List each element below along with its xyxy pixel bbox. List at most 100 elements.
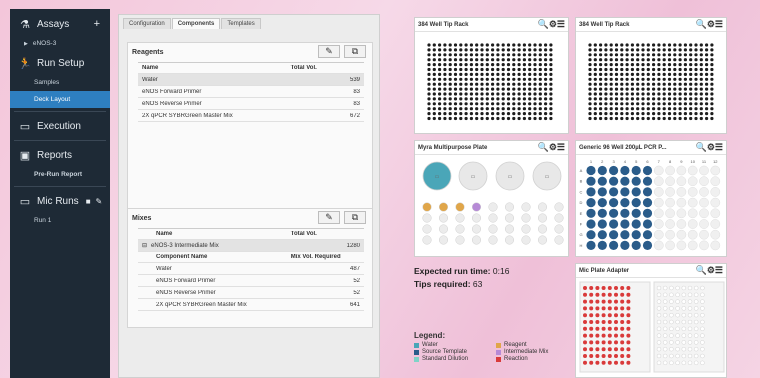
row-label: B — [580, 179, 583, 184]
nav-pre-run-report[interactable]: Pre-Run Report — [10, 166, 110, 183]
reaction-tube — [620, 360, 625, 365]
mix-row[interactable]: ⊟ eNOS-3 Intermediate Mix 1280 — [138, 240, 364, 252]
tip — [593, 63, 597, 67]
generic-plate-card[interactable]: Generic 96 Well 200µL PCR P... 🔍⚙☰ 12345… — [575, 140, 727, 257]
tip — [549, 116, 553, 121]
tip — [641, 87, 645, 91]
edit-mix-button[interactable]: ✎ — [318, 211, 340, 224]
tip — [448, 58, 452, 62]
table-row[interactable]: 2X qPCR SYBRGreen Master Mix 672 — [138, 110, 364, 122]
nav-deck-layout[interactable]: Deck Layout — [10, 91, 110, 108]
edit-reagent-button[interactable]: ✎ — [318, 45, 340, 58]
save-icon[interactable]: ■ — [86, 197, 91, 206]
gear-icon[interactable]: ⚙ — [707, 265, 715, 275]
tip — [432, 112, 436, 116]
tip — [646, 87, 650, 91]
tip — [625, 63, 629, 67]
zoom-icon[interactable]: 🔍 — [696, 265, 707, 275]
collapse-icon[interactable]: ⊟ — [142, 243, 147, 249]
empty-tube — [700, 353, 705, 359]
empty-tube — [669, 299, 674, 304]
well — [586, 176, 596, 186]
reaction-tube — [614, 286, 618, 290]
well — [642, 230, 653, 240]
tip — [432, 77, 436, 81]
tip — [609, 82, 613, 86]
tip — [464, 102, 468, 106]
nav-samples[interactable]: Samples — [10, 74, 110, 91]
well — [710, 229, 721, 240]
tip-rack-card-1[interactable]: 384 Well Tip Rack 🔍⚙☰ — [414, 17, 569, 134]
zoom-icon[interactable]: 🔍 — [696, 142, 707, 152]
gear-icon[interactable]: ⚙ — [707, 19, 715, 29]
table-row[interactable]: eNOS Reverse Primer 83 — [138, 98, 364, 110]
well — [687, 240, 698, 251]
mic-adapter-card[interactable]: Mic Plate Adapter 🔍⚙☰ — [575, 263, 727, 378]
tab-components[interactable]: Components — [171, 18, 221, 29]
plus-icon[interactable]: + — [94, 18, 100, 30]
well — [620, 198, 630, 208]
table-row[interactable]: 2X qPCR SYBRGreen Master Mix 641 — [138, 299, 364, 311]
menu-icon[interactable]: ☰ — [715, 19, 723, 29]
empty-tube — [669, 340, 674, 345]
table-row[interactable]: Water 487 — [138, 263, 364, 275]
table-row[interactable]: eNOS Reverse Primer 52 — [138, 287, 364, 299]
tip — [673, 53, 677, 57]
tip — [636, 48, 640, 52]
table-row[interactable]: Water 539 — [138, 74, 364, 86]
well — [597, 240, 607, 250]
reaction-tube — [626, 292, 631, 297]
legend-item: Intermediate Mix — [496, 349, 574, 355]
legend-item: Standard Dilution — [414, 356, 496, 362]
tip — [480, 63, 484, 67]
zoom-icon[interactable]: 🔍 — [696, 19, 707, 29]
tab-templates[interactable]: Templates — [221, 18, 261, 29]
nav-mic-runs[interactable]: ▭ Mic Runs ■ ✎ — [10, 190, 110, 212]
gear-icon[interactable]: ⚙ — [707, 142, 715, 152]
nav-execution[interactable]: ▭ Execution — [10, 115, 110, 137]
reaction-tube — [583, 354, 587, 358]
zoom-icon[interactable]: 🔍 — [538, 19, 549, 29]
reaction-tube — [626, 347, 631, 352]
tip — [646, 77, 650, 81]
row-label: E — [580, 211, 583, 216]
nav-reports[interactable]: ▣ Reports — [10, 144, 110, 166]
menu-icon[interactable]: ☰ — [557, 142, 565, 152]
tip — [614, 82, 619, 86]
tip — [694, 67, 698, 72]
tip — [652, 92, 656, 96]
zoom-icon[interactable]: 🔍 — [538, 142, 549, 152]
menu-icon[interactable]: ☰ — [715, 265, 723, 275]
tip — [496, 97, 500, 101]
gear-icon[interactable]: ⚙ — [549, 19, 557, 29]
well — [609, 208, 619, 218]
myra-plate-card[interactable]: Myra Multipurpose Plate 🔍⚙☰ ▭ ▭ ▭ ▭ — [414, 140, 569, 257]
nav-run-setup[interactable]: 🏃 Run Setup — [10, 52, 110, 74]
empty-tube — [700, 292, 705, 297]
legend-title: Legend: — [414, 331, 446, 340]
component-vol: 487 — [349, 265, 360, 272]
table-row[interactable]: eNOS Forward Primer 52 — [138, 275, 364, 287]
copy-mix-button[interactable]: ⧉ — [344, 211, 366, 224]
tip-rack-card-2[interactable]: 384 Well Tip Rack 🔍⚙☰ — [575, 17, 727, 134]
tip — [506, 67, 511, 72]
tip — [533, 58, 537, 62]
copy-reagent-button[interactable]: ⧉ — [344, 45, 366, 58]
reagent-name: Water — [142, 76, 158, 83]
menu-icon[interactable]: ☰ — [715, 142, 723, 152]
nav-run-1[interactable]: Run 1 — [10, 212, 110, 229]
tab-configuration[interactable]: Configuration — [123, 18, 171, 29]
menu-icon[interactable]: ☰ — [557, 19, 565, 29]
nav-assay-item[interactable]: ▶ eNOS-3 — [10, 35, 110, 52]
nav-assays[interactable]: ⚗ Assays + — [10, 13, 110, 35]
table-row[interactable]: eNOS Forward Primer 83 — [138, 86, 364, 98]
col-label: 4 — [624, 159, 627, 164]
pin-icon[interactable]: ✎ — [96, 197, 103, 206]
col-total: Total Vol. — [290, 231, 317, 237]
tip — [501, 77, 505, 81]
tip — [588, 67, 592, 72]
tip — [625, 43, 629, 47]
gear-icon[interactable]: ⚙ — [549, 142, 557, 152]
tip — [459, 77, 463, 81]
tip — [641, 92, 645, 96]
